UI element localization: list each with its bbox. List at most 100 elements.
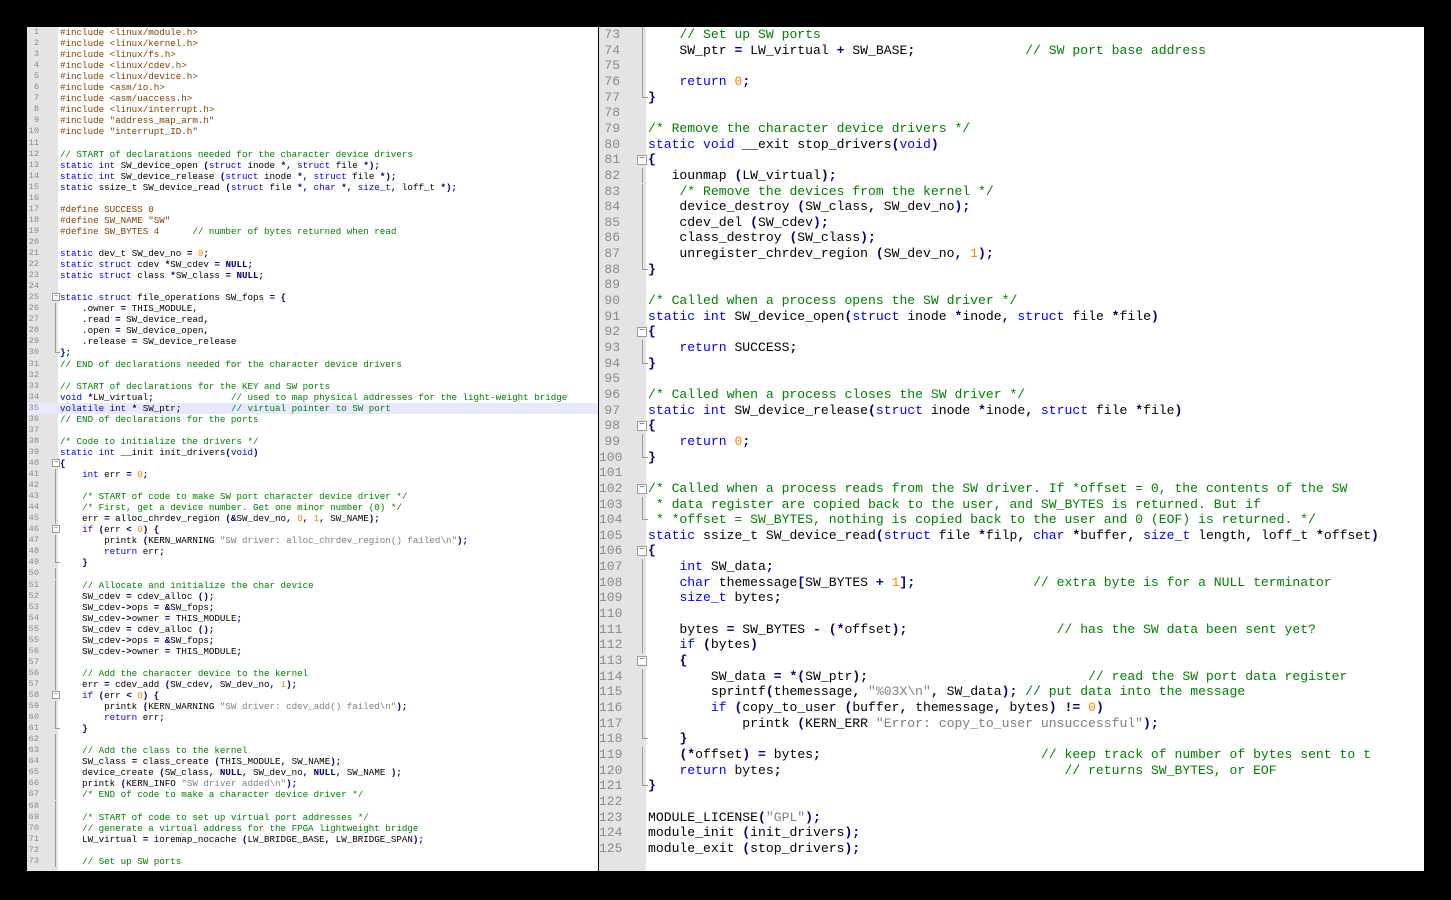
code-token: #include "address_map_arm.h" [60, 115, 215, 127]
code-token: ( [875, 527, 884, 543]
code-token: NULL; [236, 270, 265, 282]
line-number: 20 [28, 236, 39, 247]
code-token: class_create [137, 756, 215, 768]
code-token: bytes [765, 746, 814, 762]
code-token: // START of declarations for the KEY and… [60, 380, 331, 392]
fold-toggle-icon[interactable]: − [52, 458, 60, 467]
line-number: 99 [604, 433, 620, 449]
code-token: inode [258, 170, 298, 182]
fold-toggle-icon[interactable]: − [637, 327, 647, 338]
code-token: // SW port base address [1025, 42, 1206, 58]
code-token: ); [286, 678, 298, 690]
line-number: 86 [604, 230, 620, 246]
line-number: 22 [28, 259, 39, 270]
code-text: // START of declarations needed for the … [60, 149, 413, 160]
code-token: module_init [648, 825, 743, 841]
code-line: 33 // START of declarations for the KEY a… [27, 381, 598, 392]
fold-toggle-icon[interactable]: − [52, 293, 60, 302]
code-token: ( [703, 637, 711, 653]
fold-guide-line [642, 199, 643, 215]
code-token: ; [142, 469, 149, 480]
fold-toggle-icon[interactable]: − [637, 155, 647, 166]
code-line: 44 /* First, get a device number. Get on… [27, 502, 598, 514]
code-text: SW_cdev->owner = THIS_MODULE; [60, 646, 242, 657]
code-token: SW_data [703, 559, 766, 575]
line-number: 52 [28, 590, 39, 601]
line-number: 36 [28, 413, 39, 424]
fold-toggle-icon[interactable]: − [637, 656, 647, 666]
left-code-pane[interactable]: 1 #include <linux/module.h> 2 #include <lin… [27, 27, 598, 871]
code-token: ) [1371, 527, 1379, 543]
code-line: 36 // END of declarations for the ports [27, 414, 598, 425]
code-token: SW_class [60, 756, 132, 768]
code-text: static struct class *SW_class = NULL; [60, 270, 264, 281]
fold-toggle-icon[interactable]: − [52, 525, 60, 534]
fold-toggle-icon[interactable]: − [637, 483, 647, 494]
code-line: 27 .read = SW_device_read, [27, 314, 598, 326]
line-number: 38 [28, 435, 39, 446]
code-token: SW_cdev [60, 612, 121, 624]
fold-toggle-icon[interactable]: − [637, 421, 647, 432]
code-token: __exit stop_drivers [734, 136, 892, 152]
code-line: 82 iounmap (LW_virtual); [599, 167, 1424, 184]
code-token: device_create [60, 767, 160, 779]
fold-guide-line [55, 734, 56, 746]
code-text: // Allocate and initialize the char devi… [60, 580, 314, 591]
code-token: buffer [1080, 527, 1128, 543]
code-text: (*offset) = bytes; // keep track of numb… [648, 747, 1371, 763]
code-token: // Allocate and initialize the char devi… [82, 579, 314, 591]
code-token: loff_t [1253, 527, 1317, 543]
fold-guide-line [642, 246, 643, 262]
line-number: 84 [604, 199, 620, 215]
code-token: inode [962, 308, 1002, 324]
code-text: { [60, 458, 66, 469]
fold-toggle-icon[interactable]: − [52, 691, 60, 699]
code-token: SW_device_read [120, 314, 204, 326]
code-line: 84 device_destroy (SW_class, SW_dev_no); [599, 199, 1424, 215]
code-token: file [1064, 308, 1112, 324]
code-token: device_destroy [648, 199, 798, 215]
code-token: #include <linux/interrupt.h> [60, 104, 215, 116]
fold-guide-line [642, 167, 643, 184]
code-text: static int SW_device_release (struct ino… [60, 171, 396, 182]
fold-guide-line [55, 800, 56, 812]
code-token: *, [280, 159, 292, 171]
line-number: 75 [604, 58, 620, 74]
line-number: 110 [599, 606, 623, 622]
code-text: static ssize_t SW_device_read (struct fi… [60, 182, 457, 193]
code-text: // Set up SW ports [60, 856, 181, 867]
code-token: ( [758, 809, 766, 825]
code-text: // generate a virtual address for the FP… [60, 823, 418, 834]
code-token: module_exit [648, 840, 743, 856]
fold-toggle-icon[interactable]: − [637, 546, 647, 557]
code-token: .open [60, 325, 116, 337]
fold-guide-line [55, 678, 56, 690]
code-token: sprintf [648, 684, 766, 700]
code-line: 68 [27, 800, 598, 812]
line-number: 112 [599, 637, 623, 653]
code-token: LW_virtual [93, 391, 149, 403]
code-token: ( [875, 246, 884, 262]
code-token: ); [390, 767, 402, 779]
code-line: 116 if (copy_to_user (buffer, themessage… [599, 699, 1424, 716]
code-line: 87 unregister_chrdev_region (SW_dev_no, … [599, 246, 1424, 262]
code-text: printk (KERN_WARNING "SW driver: cdev_ad… [60, 701, 407, 712]
code-line: 54 SW_cdev->owner = THIS_MODULE; [27, 612, 598, 624]
code-token: ( [868, 402, 876, 418]
code-token: SW_dev_no [883, 246, 955, 262]
code-line: 43 /* START of code to make SW port char… [27, 491, 598, 503]
code-line: 78 [599, 105, 1424, 121]
line-number: 8 [33, 104, 39, 115]
code-token: cdev_alloc [131, 590, 198, 602]
fold-guide-line [642, 340, 643, 356]
code-token: SW_NAME [324, 513, 369, 525]
code-text: #include <linux/interrupt.h> [60, 104, 214, 115]
right-code-pane[interactable]: 73 // Set up SW ports 74 SW_ptr = LW_virt… [599, 27, 1424, 871]
code-token: // virtual pointer to SW port [230, 402, 391, 414]
code-token: { [679, 653, 688, 668]
